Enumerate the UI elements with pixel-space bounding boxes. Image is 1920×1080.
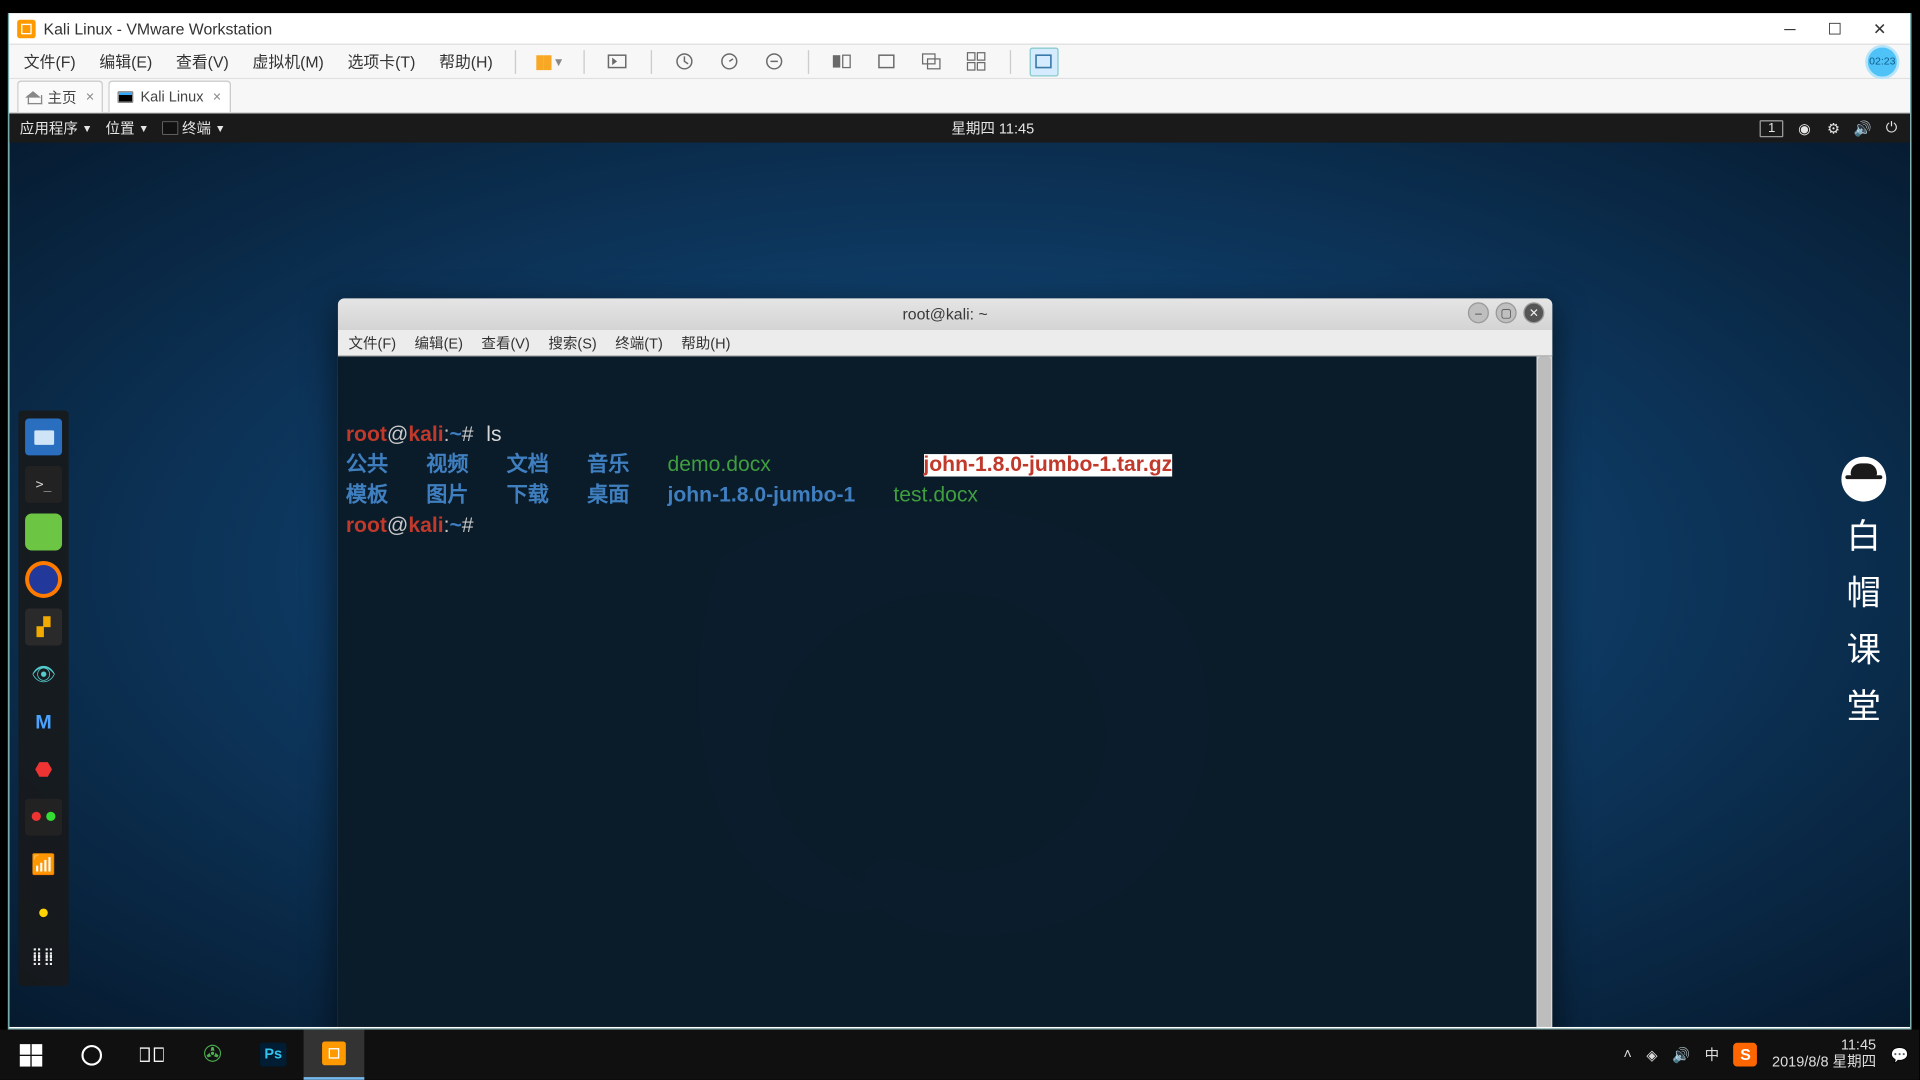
- tab-home-label: 主页: [48, 86, 77, 107]
- menu-edit[interactable]: 编辑(E): [95, 48, 156, 76]
- tab-kali[interactable]: Kali Linux ×: [109, 81, 231, 113]
- start-button[interactable]: [0, 1030, 61, 1080]
- menu-view[interactable]: 查看(V): [172, 48, 233, 76]
- terminal-titlebar[interactable]: root@kali: ~ – ▢ ✕: [338, 298, 1552, 330]
- snapshot-icon[interactable]: [670, 47, 699, 76]
- tray-action-center-icon[interactable]: 💬: [1891, 1046, 1909, 1063]
- recorder-icon[interactable]: ◉: [1797, 120, 1813, 136]
- kali-clock[interactable]: 星期四 11:45: [239, 117, 1747, 138]
- tray-expand-icon[interactable]: ˄: [1623, 1047, 1631, 1063]
- menu-vm[interactable]: 虚拟机(M): [249, 48, 328, 76]
- taskbar-wechat-icon[interactable]: ✇: [182, 1030, 243, 1080]
- close-tab-icon[interactable]: ×: [213, 89, 221, 105]
- terminal-menubar: 文件(F) 编辑(E) 查看(V) 搜索(S) 终端(T) 帮助(H): [338, 330, 1552, 356]
- tab-kali-label: Kali Linux: [140, 89, 203, 105]
- dock-app-green-icon[interactable]: [25, 513, 62, 550]
- dock-bulb-icon[interactable]: ●: [25, 894, 62, 931]
- terminal-maximize-button[interactable]: ▢: [1496, 302, 1517, 323]
- tray-clock[interactable]: 11:45 2019/8/8 星期四: [1772, 1038, 1876, 1072]
- close-tab-icon[interactable]: ×: [86, 89, 94, 105]
- kali-menu-places[interactable]: 位置▼: [105, 117, 148, 138]
- power-icon[interactable]: ⏻: [1884, 120, 1900, 136]
- vmware-icon: [17, 19, 35, 37]
- tray-volume-icon[interactable]: 🔊: [1672, 1046, 1690, 1063]
- kali-menu-terminal[interactable]: 终端▼: [162, 117, 225, 138]
- thumbnail-icon[interactable]: [962, 47, 991, 76]
- power-button[interactable]: ▮▮▼: [535, 50, 564, 72]
- system-tray: ˄ ◈ 🔊 中 S 11:45 2019/8/8 星期四 💬: [1613, 1038, 1919, 1072]
- term-menu-help[interactable]: 帮助(H): [681, 332, 730, 353]
- tab-home[interactable]: 主页 ×: [17, 81, 103, 113]
- unity-icon[interactable]: [917, 47, 946, 76]
- minimize-button[interactable]: ─: [1767, 14, 1812, 43]
- home-icon: [26, 90, 41, 103]
- send-ctrl-alt-del-icon[interactable]: [603, 47, 632, 76]
- host-titlebar[interactable]: Kali Linux - VMware Workstation ─ ☐ ✕: [9, 13, 1910, 45]
- kali-menu-apps[interactable]: 应用程序▼: [20, 117, 92, 138]
- term-menu-search[interactable]: 搜索(S): [548, 332, 596, 353]
- term-menu-terminal[interactable]: 终端(T): [615, 332, 663, 353]
- term-menu-file[interactable]: 文件(F): [348, 332, 396, 353]
- host-menubar: 文件(F) 编辑(E) 查看(V) 虚拟机(M) 选项卡(T) 帮助(H) ▮▮…: [9, 45, 1910, 79]
- snapshot-manager-icon[interactable]: [715, 47, 744, 76]
- terminal-close-button[interactable]: ✕: [1523, 302, 1544, 323]
- taskbar-vmware-icon[interactable]: [304, 1030, 365, 1080]
- menu-help[interactable]: 帮助(H): [435, 48, 497, 76]
- terminal-body[interactable]: root@kali:~# ls 公共 视频 文档 音乐 demo.docx jo…: [338, 356, 1552, 1028]
- vmware-window: Kali Linux - VMware Workstation ─ ☐ ✕ 文件…: [8, 13, 1911, 1029]
- window-title: Kali Linux - VMware Workstation: [44, 19, 273, 37]
- dock-show-apps-icon[interactable]: ⠿⠿⠿⠿: [25, 941, 62, 978]
- dock-editor-icon[interactable]: ▞: [25, 609, 62, 646]
- cortana-icon[interactable]: [61, 1030, 122, 1080]
- term-menu-edit[interactable]: 编辑(E): [415, 332, 463, 353]
- vm-display-area[interactable]: 应用程序▼ 位置▼ 终端▼ 星期四 11:45 1 ◉ ⚙ 🔊 ⏻ >_: [9, 114, 1910, 1029]
- close-button[interactable]: ✕: [1857, 14, 1902, 43]
- highlighted-file: john-1.8.0-jumbo-1.tar.gz: [923, 454, 1172, 476]
- maximize-button[interactable]: ☐: [1812, 14, 1857, 43]
- host-tab-strip: 主页 × Kali Linux ×: [9, 79, 1910, 113]
- terminal-title: root@kali: ~: [903, 305, 988, 323]
- dock-terminal-icon[interactable]: >_: [25, 466, 62, 503]
- taskbar-photoshop-icon[interactable]: Ps: [243, 1030, 304, 1080]
- fit-guest-icon[interactable]: [827, 47, 856, 76]
- kali-desktop: 应用程序▼ 位置▼ 终端▼ 星期四 11:45 1 ◉ ⚙ 🔊 ⏻ >_: [9, 114, 1910, 1029]
- volume-icon[interactable]: 🔊: [1855, 120, 1871, 136]
- dock-eye-icon[interactable]: 👁: [25, 656, 62, 693]
- terminal-window[interactable]: root@kali: ~ – ▢ ✕ 文件(F) 编辑(E) 查看(V) 搜索(…: [338, 298, 1552, 1028]
- dock-files-icon[interactable]: [25, 418, 62, 455]
- revert-snapshot-icon[interactable]: [760, 47, 789, 76]
- settings-icon[interactable]: ⚙: [1826, 120, 1842, 136]
- tray-ime-icon[interactable]: 中: [1705, 1044, 1720, 1065]
- tray-network-icon[interactable]: ◈: [1646, 1046, 1657, 1063]
- kali-dock: >_ ▞ 👁 M ⬣ 📶 ● ⠿⠿⠿⠿: [18, 411, 68, 987]
- dock-wifi-icon[interactable]: 📶: [25, 846, 62, 883]
- timer-badge: 02:23: [1865, 44, 1899, 78]
- vm-icon: [118, 91, 134, 103]
- stretch-icon[interactable]: [1029, 47, 1058, 76]
- term-menu-view[interactable]: 查看(V): [481, 332, 529, 353]
- video-watermark: 白 帽 课 堂: [1839, 457, 1889, 729]
- dock-metasploit-icon[interactable]: M: [25, 704, 62, 741]
- menu-tabs[interactable]: 选项卡(T): [344, 48, 420, 76]
- dock-firefox-icon[interactable]: [25, 561, 62, 598]
- hat-icon: [1841, 457, 1886, 502]
- kali-topbar: 应用程序▼ 位置▼ 终端▼ 星期四 11:45 1 ◉ ⚙ 🔊 ⏻: [9, 114, 1910, 143]
- workspace-indicator[interactable]: 1: [1760, 119, 1783, 136]
- fullscreen-icon[interactable]: [872, 47, 901, 76]
- menu-file[interactable]: 文件(F): [20, 48, 80, 76]
- terminal-scrollbar[interactable]: [1536, 356, 1552, 1028]
- dock-cherrytree-icon[interactable]: ⬣: [25, 751, 62, 788]
- task-view-icon[interactable]: [121, 1030, 182, 1080]
- windows-taskbar: ✇ Ps ˄ ◈ 🔊 中 S 11:45 2019/8/8 星期四 💬: [0, 1030, 1919, 1080]
- dock-recorder-icon[interactable]: [25, 799, 62, 836]
- terminal-minimize-button[interactable]: –: [1468, 302, 1489, 323]
- tray-sogou-icon[interactable]: S: [1734, 1043, 1758, 1067]
